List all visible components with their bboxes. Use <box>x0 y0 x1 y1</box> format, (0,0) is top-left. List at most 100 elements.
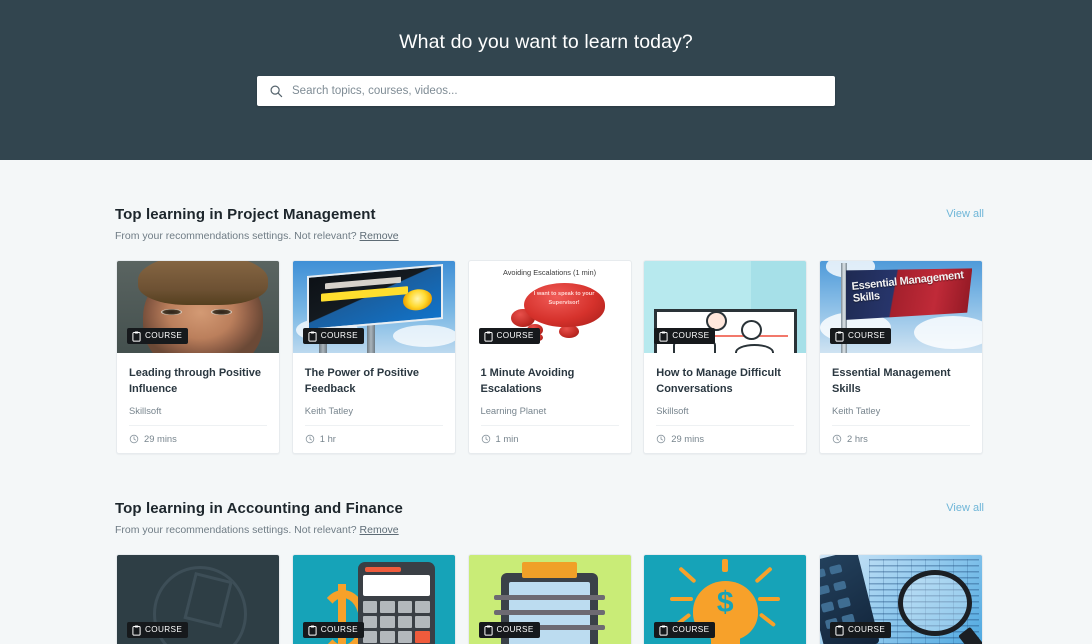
card-footer: 29 mins <box>656 425 795 453</box>
hero-banner: What do you want to learn today? <box>0 0 1092 160</box>
section-header: Top learning in Accounting and Finance F… <box>0 500 1092 536</box>
badge-label: COURSE <box>672 330 710 340</box>
card-provider: Learning Planet <box>480 405 547 416</box>
card-body: The Power of Positive Feedback Keith Tat… <box>293 353 455 416</box>
view-all-link[interactable]: View all <box>946 208 984 220</box>
remove-recommendation-link[interactable]: Remove <box>360 524 399 536</box>
card-thumbnail: COURSE <box>292 555 455 644</box>
section-subtitle-text: From your recommendations settings. Not … <box>115 524 357 536</box>
clock-icon <box>481 434 490 443</box>
card-thumbnail: COURSE <box>117 261 279 353</box>
badge-label: COURSE <box>320 624 358 634</box>
clock-icon <box>305 434 314 443</box>
card-footer: 1 hr <box>304 425 443 453</box>
card-provider: Skillsoft <box>129 405 162 416</box>
card-thumbnail: COURSE <box>820 555 982 644</box>
badge-label: COURSE <box>672 624 710 634</box>
card-thumbnail: Essential Management Skills COURSE <box>820 261 982 353</box>
page-title: What do you want to learn today? <box>399 31 693 53</box>
card-body: How to Manage Difficult Conversations Sk… <box>644 353 806 416</box>
section-subtitle: From your recommendations settings. Not … <box>115 230 399 242</box>
view-all-link[interactable]: View all <box>946 502 984 514</box>
card-thumbnail: Avoiding Escalations (1 min) I want to s… <box>468 261 631 353</box>
card-thumbnail: COURSE <box>468 555 631 644</box>
status-badge: COURSE <box>302 328 364 344</box>
course-card[interactable]: Avoiding Escalations (1 min) I want to s… <box>467 260 632 454</box>
status-badge: COURSE <box>830 622 892 638</box>
clock-icon <box>832 434 842 443</box>
badge-label: COURSE <box>320 330 358 340</box>
course-card[interactable]: COURSE <box>819 554 983 644</box>
status-badge: COURSE <box>478 622 540 638</box>
card-body: Essential Management Skills Keith Tatley <box>820 353 982 416</box>
section-title: Top learning in Accounting and Finance <box>115 500 403 517</box>
card-thumbnail: $ COURSE <box>644 555 807 644</box>
card-footer: 1 min <box>480 425 619 453</box>
clipboard-icon <box>483 624 493 636</box>
card-body: Leading through Positive Influence Skill… <box>117 353 279 416</box>
section-header: Top learning in Project Management From … <box>0 206 1092 242</box>
badge-label: COURSE <box>496 624 534 634</box>
card-provider: Skillsoft <box>656 405 689 416</box>
card-footer: 2 hrs <box>832 425 970 453</box>
card-title: Leading through Positive Influence <box>129 367 262 395</box>
course-card[interactable]: COURSE How to Manage Difficult Conversat… <box>643 260 808 454</box>
clipboard-icon <box>132 330 141 342</box>
section-subtitle-text: From your recommendations settings. Not … <box>115 230 357 242</box>
card-row: COURSE COURSE COURSE $ COURSE COURSE <box>0 554 1092 644</box>
section-project-management: Top learning in Project Management From … <box>0 160 1092 454</box>
clipboard-icon <box>835 330 844 342</box>
badge-label: COURSE <box>848 330 886 340</box>
card-duration: 1 hr <box>319 433 336 444</box>
clipboard-icon <box>132 624 141 636</box>
course-card[interactable]: COURSE <box>291 554 456 644</box>
badge-label: COURSE <box>145 330 183 340</box>
card-title: The Power of Positive Feedback <box>304 367 420 395</box>
status-badge: COURSE <box>127 622 189 638</box>
thumbnail-art-bubble-text: I want to speak to your Supervisor! <box>533 291 595 306</box>
section-subtitle: From your recommendations settings. Not … <box>115 524 403 536</box>
search-input[interactable] <box>292 85 823 97</box>
content-area: Top learning in Project Management From … <box>0 160 1092 644</box>
card-thumbnail: COURSE <box>292 261 455 353</box>
course-card[interactable]: COURSE <box>116 554 280 644</box>
card-duration: 29 mins <box>144 433 177 444</box>
status-badge: COURSE <box>127 328 189 344</box>
card-title: Essential Management Skills <box>832 367 951 395</box>
status-badge: COURSE <box>654 328 716 344</box>
card-duration: 1 min <box>495 433 519 444</box>
card-duration: 29 mins <box>671 433 705 444</box>
card-thumbnail: COURSE <box>117 555 279 644</box>
course-card[interactable]: COURSE Leading through Positive Influenc… <box>116 260 280 454</box>
badge-label: COURSE <box>145 624 183 634</box>
search-icon <box>269 84 283 98</box>
clipboard-icon <box>659 330 668 342</box>
card-duration: 2 hrs <box>847 433 868 444</box>
status-badge: COURSE <box>830 328 892 344</box>
clipboard-icon <box>483 330 493 342</box>
card-thumbnail: COURSE <box>644 261 807 353</box>
card-row: COURSE Leading through Positive Influenc… <box>0 260 1092 454</box>
card-title: 1 Minute Avoiding Escalations <box>480 367 575 395</box>
card-body: 1 Minute Avoiding Escalations Learning P… <box>469 353 631 416</box>
course-card[interactable]: COURSE <box>467 554 632 644</box>
status-badge: COURSE <box>478 328 540 344</box>
thumbnail-art-heading: Avoiding Escalations (1 min) <box>502 268 597 277</box>
status-badge: COURSE <box>302 622 364 638</box>
clock-icon <box>657 434 666 443</box>
clipboard-icon <box>659 624 668 636</box>
clipboard-icon <box>835 624 844 636</box>
badge-label: COURSE <box>496 330 534 340</box>
card-provider: Keith Tatley <box>832 405 881 416</box>
course-card[interactable]: COURSE The Power of Positive Feedback Ke… <box>291 260 456 454</box>
clipboard-icon <box>308 330 317 342</box>
search-bar[interactable] <box>257 76 835 106</box>
status-badge: COURSE <box>654 622 716 638</box>
badge-label: COURSE <box>848 624 886 634</box>
section-accounting-finance: Top learning in Accounting and Finance F… <box>0 454 1092 644</box>
card-title: How to Manage Difficult Conversations <box>656 367 781 395</box>
course-card[interactable]: Essential Management Skills COURSE Essen… <box>819 260 983 454</box>
card-provider: Keith Tatley <box>304 405 354 416</box>
course-card[interactable]: $ COURSE <box>643 554 808 644</box>
remove-recommendation-link[interactable]: Remove <box>360 230 399 242</box>
